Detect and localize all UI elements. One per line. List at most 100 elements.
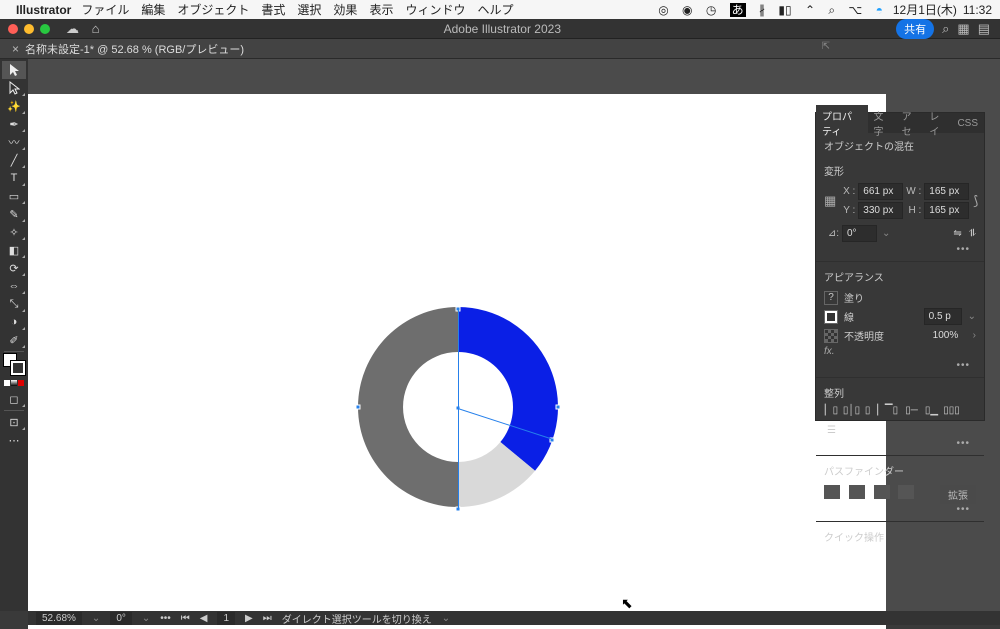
angle-value[interactable]: 0° <box>842 225 877 242</box>
spotlight-icon[interactable]: ⌕ <box>828 3 835 17</box>
pf-minus-icon[interactable] <box>849 485 865 499</box>
anchor-right[interactable] <box>556 405 561 410</box>
control-center-icon[interactable]: ⌥ <box>848 3 862 17</box>
edit-toolbar[interactable]: ⋯ <box>2 431 26 449</box>
free-transform-tool[interactable]: ⤡ <box>2 295 26 313</box>
pathfinder-menu-icon[interactable]: ••• <box>824 504 976 515</box>
rectangle-tool[interactable]: ▭ <box>2 187 26 205</box>
menubar-date[interactable]: 12月1日(木) <box>893 1 957 18</box>
width-tool[interactable]: ⇔ <box>2 277 26 295</box>
app-name[interactable]: Illustrator <box>16 3 71 17</box>
artboard[interactable]: ⬉ <box>28 94 886 629</box>
opacity-swatch[interactable] <box>824 329 838 343</box>
shape-builder-tool[interactable]: ◑ <box>2 313 26 331</box>
home-icon[interactable]: ⌂ <box>92 21 100 36</box>
tab-css[interactable]: CSS <box>951 115 984 132</box>
flip-h-icon[interactable]: ⇋ <box>953 228 961 239</box>
h-value[interactable]: 165 px <box>924 202 969 219</box>
draw-mode[interactable]: ◻ <box>2 390 26 408</box>
type-tool[interactable]: T <box>2 169 26 187</box>
opacity-arrow-icon[interactable]: › <box>973 330 976 341</box>
ime-icon[interactable]: あ <box>730 3 746 17</box>
stroke-swatch[interactable] <box>824 310 838 324</box>
w-value[interactable]: 165 px <box>924 183 969 200</box>
line-tool[interactable]: ╱ <box>2 151 26 169</box>
panel-pin-icon[interactable]: ⇱ <box>822 41 830 52</box>
align-vcenter-icon[interactable]: ▯─ <box>904 403 919 418</box>
cloud-icon[interactable]: ☁ <box>66 21 79 36</box>
battery-icon[interactable]: ▮▯ <box>778 3 791 17</box>
anchor-left[interactable] <box>356 405 361 410</box>
align-right-icon[interactable]: ▯▕ <box>864 403 879 418</box>
menubar-time[interactable]: 11:32 <box>963 3 992 17</box>
document-tab[interactable]: × 名称未設定-1* @ 52.68 % (RGB/プレビュー) <box>0 38 256 60</box>
tab-properties[interactable]: プロパティ <box>816 105 868 141</box>
align-menu-icon[interactable]: ••• <box>824 438 976 449</box>
rotate-tool[interactable]: ⟳ <box>2 259 26 277</box>
constrain-icon[interactable]: ⟆ <box>973 193 978 209</box>
pf-exclude-icon[interactable] <box>898 485 914 499</box>
workspace-icon[interactable]: ▤ <box>978 21 990 37</box>
paintbrush-tool[interactable]: ✎ <box>2 205 26 223</box>
minimize-window[interactable] <box>24 24 34 34</box>
curvature-tool[interactable]: 〰 <box>2 133 26 151</box>
donut-segment-dark-gray[interactable] <box>358 307 458 507</box>
canvas[interactable]: ⬉ <box>28 59 830 611</box>
menu-type[interactable]: 書式 <box>261 1 285 18</box>
rotate-dropdown-icon[interactable]: ⌄ <box>142 613 150 624</box>
y-value[interactable]: 330 px <box>858 202 903 219</box>
fx-label[interactable]: fx. <box>824 346 835 357</box>
bluetooth-icon[interactable]: ∦ <box>759 3 765 17</box>
eraser-tool[interactable]: ◧ <box>2 241 26 259</box>
close-doc-icon[interactable]: × <box>12 42 19 56</box>
zoom-window[interactable] <box>40 24 50 34</box>
screen-mode[interactable]: ⊡ <box>2 413 26 431</box>
zoom-dropdown-icon[interactable]: ⌄ <box>92 613 100 624</box>
angle-dropdown-icon[interactable]: ⌄ <box>882 228 890 239</box>
direct-selection-tool[interactable] <box>2 79 26 97</box>
artboard-field[interactable]: 1 <box>217 612 235 625</box>
align-bottom-icon[interactable]: ▯▁ <box>924 403 939 418</box>
stroke-dropdown-icon[interactable]: ⌄ <box>968 311 976 322</box>
pathfinder-expand-button[interactable]: 拡張 <box>940 485 976 504</box>
status-hint-dropdown-icon[interactable]: ⌄ <box>442 613 450 624</box>
fill-swatch[interactable]: ? <box>824 291 838 305</box>
dist-h-icon[interactable]: ▯▯▯ <box>944 403 959 418</box>
chat-icon[interactable]: ◉ <box>682 3 692 17</box>
search-icon[interactable]: ⌕ <box>942 21 949 37</box>
wifi-icon[interactable]: ⌃ <box>805 3 815 17</box>
menu-edit[interactable]: 編集 <box>141 1 165 18</box>
arrange-icon[interactable]: ▦ <box>957 21 969 37</box>
menu-help[interactable]: ヘルプ <box>477 1 513 18</box>
menu-object[interactable]: オブジェクト <box>177 1 249 18</box>
opacity-value[interactable]: 100% <box>929 328 967 343</box>
magic-wand-tool[interactable]: ✨ <box>2 97 26 115</box>
flip-v-icon[interactable]: ⥮ <box>969 228 976 239</box>
artboard-next-icon[interactable]: ▶ <box>245 613 253 624</box>
tab-assets[interactable]: アセ <box>896 105 924 141</box>
transform-menu-icon[interactable]: ••• <box>824 244 976 255</box>
ctrl-icon[interactable]: ◎ <box>658 3 668 17</box>
dist-v-icon[interactable]: ☰ <box>824 423 839 438</box>
align-top-icon[interactable]: ▔▯ <box>884 403 899 418</box>
appearance-menu-icon[interactable]: ••• <box>824 360 976 371</box>
siri-icon[interactable]: ◓ <box>876 3 883 17</box>
menu-view[interactable]: 表示 <box>369 1 393 18</box>
clock-icon[interactable]: ◷ <box>706 3 716 17</box>
color-modes[interactable] <box>2 372 26 390</box>
artboard-last-icon[interactable]: ⏭ <box>263 613 272 624</box>
pen-tool[interactable]: ✒ <box>2 115 26 133</box>
pf-unite-icon[interactable] <box>824 485 840 499</box>
menu-window[interactable]: ウィンドウ <box>405 1 465 18</box>
artboard-nav-menu-icon[interactable]: ••• <box>160 613 171 624</box>
close-window[interactable] <box>8 24 18 34</box>
rotate-field[interactable]: 0° <box>110 612 132 625</box>
eyedropper-tool[interactable]: ✐ <box>2 331 26 349</box>
align-left-icon[interactable]: ▏▯ <box>824 403 839 418</box>
donut-segment-blue[interactable] <box>458 307 558 471</box>
pf-intersect-icon[interactable] <box>874 485 890 499</box>
selection-tool[interactable] <box>2 61 26 79</box>
tab-character[interactable]: 文字 <box>868 105 896 141</box>
artboard-first-icon[interactable]: ⏮ <box>181 613 190 624</box>
align-hcenter-icon[interactable]: ▯│▯ <box>844 403 859 418</box>
